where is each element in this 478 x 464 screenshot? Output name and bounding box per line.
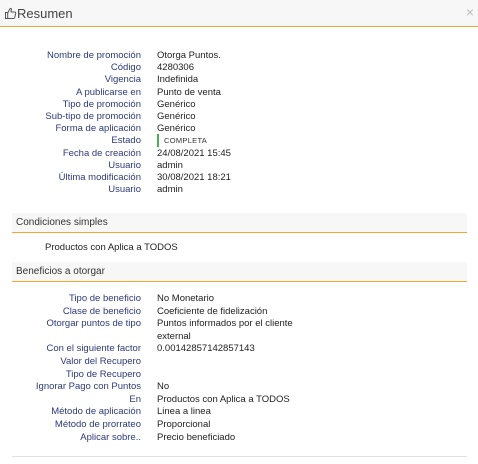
field-value: Otorga Puntos. bbox=[157, 50, 221, 61]
field-value: Punto de venta bbox=[157, 86, 221, 98]
field-row: Usuario admin bbox=[0, 159, 478, 172]
field-label: Última modificación bbox=[58, 172, 141, 183]
field-row: Última modificación 30/08/2021 18:21 bbox=[0, 171, 478, 184]
field-row: Estado COMPLETA bbox=[0, 134, 478, 148]
conditions-text: Productos con Aplica a TODOS bbox=[45, 242, 178, 253]
benefits-section-header: Beneficios a otorgar bbox=[12, 262, 467, 282]
field-row: Ignorar Pago con Puntos No bbox=[0, 380, 478, 393]
field-row: Sub-tipo de promoción Genérico bbox=[0, 110, 478, 123]
field-label: Con el siguiente factor bbox=[46, 343, 141, 355]
status-indicator bbox=[157, 134, 159, 148]
field-row: Tipo de promoción Genérico bbox=[0, 98, 478, 111]
field-value: Genérico bbox=[157, 111, 196, 122]
field-label: Código bbox=[110, 62, 141, 74]
dialog-header: Resumen × bbox=[0, 0, 478, 27]
field-label: Estado bbox=[111, 135, 141, 147]
field-label: Vigencia bbox=[104, 74, 141, 86]
field-label: Método de aplicación bbox=[51, 406, 141, 418]
field-label: Nombre de promoción bbox=[47, 50, 141, 61]
field-label: Método de prorrateo bbox=[54, 419, 141, 430]
benefits-section-title: Beneficios a otorgar bbox=[16, 266, 105, 277]
divider bbox=[12, 456, 467, 457]
field-label: Valor del Recupero bbox=[60, 356, 141, 367]
field-row: Otorgar puntos de tipo Puntos informados … bbox=[0, 317, 478, 330]
status-text: COMPLETA bbox=[164, 136, 208, 146]
field-value: 4280306 bbox=[157, 62, 194, 74]
field-value: external bbox=[157, 330, 191, 342]
field-label: Fecha de creación bbox=[62, 147, 141, 159]
field-row: A publicarse en Punto de venta bbox=[0, 86, 478, 99]
field-row: Tipo de beneficio No Monetario bbox=[0, 292, 478, 305]
field-label: Aplicar sobre.. bbox=[80, 431, 141, 443]
field-value: No Monetario bbox=[157, 293, 215, 304]
field-row: Fecha de creación 24/08/2021 15:45 bbox=[0, 147, 478, 160]
field-row: Tipo de Recupero bbox=[0, 368, 478, 381]
summary-dialog: Resumen × Nombre de promoción Otorga Punt… bbox=[0, 0, 478, 464]
field-label: Tipo de Recupero bbox=[65, 368, 141, 380]
field-value: No bbox=[157, 381, 170, 393]
field-value: 30/08/2021 18:21 bbox=[157, 172, 231, 183]
field-label: Tipo de beneficio bbox=[68, 293, 141, 304]
field-label: Clase de beneficio bbox=[62, 305, 141, 317]
field-row: Valor del Recupero bbox=[0, 355, 478, 368]
field-row: Con el siguiente factor 0.001428571428571… bbox=[0, 342, 478, 355]
field-label: A publicarse en bbox=[76, 86, 141, 98]
field-label: Sub-tipo de promoción bbox=[45, 111, 141, 122]
field-row: Método de prorrateo Proporcional bbox=[0, 418, 478, 431]
field-row: Clase de beneficio Coeficiente de fideliz… bbox=[0, 305, 478, 318]
field-row: Nombre de promoción Otorga Puntos. bbox=[0, 49, 478, 62]
conditions-section-title: Condiciones simples bbox=[16, 217, 108, 228]
field-label: Otorgar puntos de tipo bbox=[46, 318, 141, 330]
field-row: external bbox=[0, 330, 478, 343]
field-label: Usuario bbox=[108, 159, 141, 171]
field-value: 0.00142857142857143 bbox=[157, 343, 255, 355]
field-value: admin bbox=[157, 159, 183, 171]
conditions-section-header: Condiciones simples bbox=[12, 213, 467, 233]
field-label: Forma de aplicación bbox=[55, 123, 141, 135]
close-icon[interactable]: × bbox=[466, 5, 474, 20]
field-row: Vigencia Indefinida bbox=[0, 73, 478, 86]
field-label: Tipo de promoción bbox=[62, 98, 141, 110]
field-value: Linea a linea bbox=[157, 406, 211, 418]
field-row: Usuario admin bbox=[0, 183, 478, 196]
field-label: Ignorar Pago con Puntos bbox=[35, 381, 141, 393]
field-value: Coeficiente de fidelización bbox=[157, 305, 268, 317]
field-row: En Productos con Aplica a TODOS bbox=[0, 393, 478, 406]
field-label: En bbox=[129, 393, 141, 405]
field-row: Método de aplicación Linea a linea bbox=[0, 405, 478, 418]
field-value: Proporcional bbox=[157, 419, 211, 430]
thumbs-up-icon bbox=[4, 7, 17, 20]
field-row: Forma de aplicación Genérico bbox=[0, 122, 478, 135]
field-value: Puntos informados por el cliente bbox=[157, 318, 293, 330]
field-value: Genérico bbox=[157, 98, 196, 110]
field-value: admin bbox=[157, 184, 183, 196]
field-row: Aplicar sobre.. Precio beneficiado bbox=[0, 431, 478, 444]
field-value: 24/08/2021 15:45 bbox=[157, 147, 231, 159]
field-value: Precio beneficiado bbox=[157, 431, 236, 443]
field-value: Genérico bbox=[157, 123, 196, 135]
field-value: Indefinida bbox=[157, 74, 199, 86]
dialog-title: Resumen bbox=[17, 6, 73, 21]
field-row: Código 4280306 bbox=[0, 61, 478, 74]
field-value: Productos con Aplica a TODOS bbox=[157, 393, 290, 405]
field-label: Usuario bbox=[108, 184, 141, 196]
